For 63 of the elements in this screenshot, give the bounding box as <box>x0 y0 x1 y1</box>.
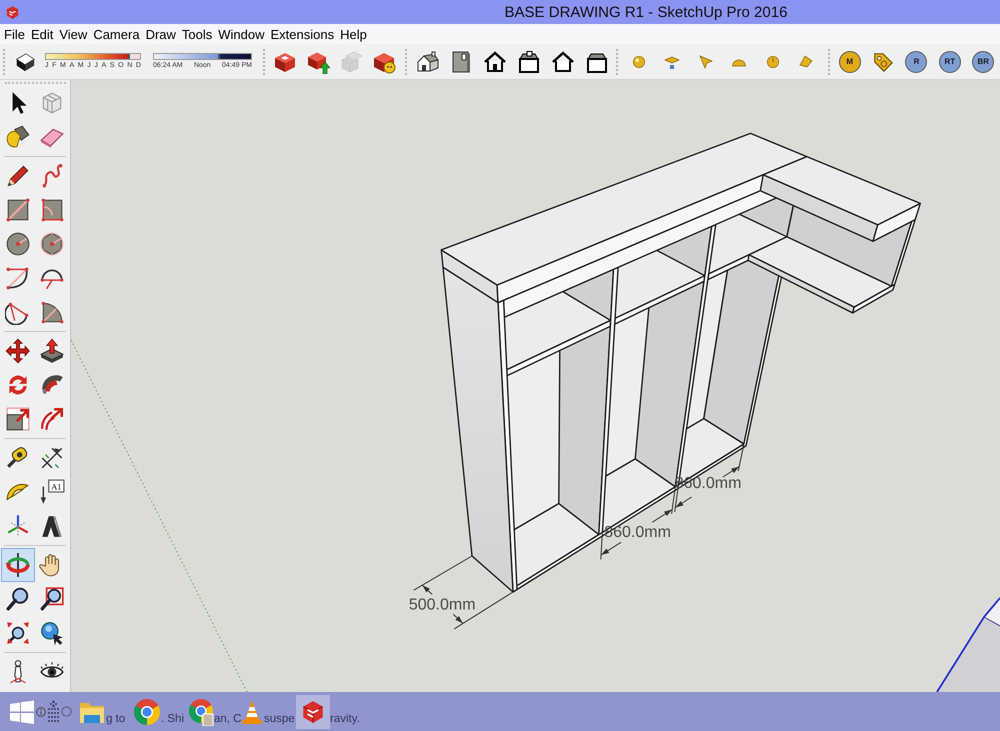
model-object-drawing[interactable] <box>936 597 1000 692</box>
menu-item[interactable]: Draw <box>142 26 179 42</box>
tile-icon[interactable] <box>798 54 814 70</box>
dimension-label: 500.0mm <box>408 596 476 614</box>
sphere-icon[interactable] <box>632 54 646 68</box>
date-slider[interactable] <box>45 53 141 60</box>
round-tool-button[interactable]: BR <box>972 50 994 72</box>
app-logo-icon[interactable] <box>296 694 330 728</box>
pointer-icon[interactable] <box>698 54 714 70</box>
rectangle-icon[interactable] <box>5 197 31 223</box>
menu-item[interactable]: Extensions <box>268 26 338 42</box>
wardrobe-model-drawing[interactable] <box>440 132 921 593</box>
dimension-line[interactable] <box>600 486 676 560</box>
menu-item[interactable]: Tools <box>178 26 216 42</box>
menu-item[interactable]: Window <box>215 26 268 42</box>
traffic-cone-icon[interactable] <box>241 698 263 726</box>
menu-item[interactable]: View <box>56 26 90 42</box>
magnifier-icon[interactable] <box>5 586 31 612</box>
cube-upload-icon[interactable] <box>306 50 330 74</box>
slab-arrow-icon[interactable] <box>39 338 65 364</box>
browser-icon[interactable] <box>133 698 161 726</box>
status-text: . Shi <box>161 712 184 726</box>
round-tool-button[interactable]: RT <box>938 50 961 72</box>
tag-icon[interactable] <box>872 50 894 72</box>
plane-marker-icon[interactable] <box>664 54 680 70</box>
round-tool-button[interactable]: R <box>905 50 928 72</box>
arc-icon[interactable] <box>5 265 31 291</box>
dial-icon[interactable] <box>766 54 780 68</box>
time-slider[interactable] <box>153 53 252 60</box>
info-icon[interactable] <box>36 706 46 716</box>
menu-item[interactable]: Help <box>337 26 370 42</box>
status-text: an, C <box>214 712 242 726</box>
house-side-icon[interactable] <box>517 50 541 74</box>
status-text: g to <box>106 712 126 726</box>
crossed-lines-icon[interactable] <box>39 445 65 471</box>
menu-item[interactable]: Camera <box>90 26 143 42</box>
status-text: suspe <box>264 712 295 726</box>
house-outline-icon[interactable] <box>551 50 575 74</box>
pie-icon[interactable] <box>39 299 65 325</box>
app-logo-icon <box>5 4 20 20</box>
house-3d-icon[interactable] <box>415 50 439 74</box>
curved-arrow-icon[interactable] <box>39 406 65 432</box>
magnifier-frame-icon[interactable] <box>39 586 65 612</box>
dotted-figure-icon[interactable] <box>46 700 60 724</box>
paint-bucket-icon[interactable] <box>5 124 31 150</box>
shaded-cube-icon[interactable] <box>14 50 36 72</box>
polygon-icon[interactable] <box>39 231 65 257</box>
house-front-icon[interactable] <box>483 50 507 74</box>
round-tool-button[interactable]: M <box>838 50 861 72</box>
window-title: BASE DRAWING R1 - SketchUp Pro 2016 <box>504 4 788 20</box>
start-logo-icon[interactable] <box>8 698 36 724</box>
pencil-icon[interactable] <box>5 163 31 189</box>
status-text: ravity. <box>330 712 360 726</box>
orbit-ring-icon[interactable] <box>1 548 35 582</box>
menu-item[interactable]: Edit <box>28 26 56 42</box>
dimension-label: 860.0mm <box>604 524 671 542</box>
magnifier-corners-icon[interactable] <box>5 620 31 646</box>
circle-tool-icon[interactable] <box>5 231 31 257</box>
menu-item[interactable]: File <box>1 26 28 42</box>
move-arrows-icon[interactable] <box>5 338 31 364</box>
magnifier-cursor-icon[interactable] <box>39 620 65 646</box>
browser-profile-icon[interactable] <box>188 698 214 726</box>
rectangle-arc-icon[interactable] <box>39 197 65 223</box>
